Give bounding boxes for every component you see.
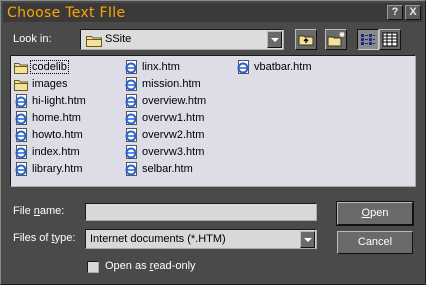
html-file-icon xyxy=(125,128,137,142)
file-item[interactable]: vbatbar.htm xyxy=(235,59,312,75)
file-item-label: overvw2.htm xyxy=(142,129,205,141)
files-of-type-value: Internet documents (*.HTM) xyxy=(90,233,226,245)
html-file-icon xyxy=(15,145,27,159)
files-of-type-combo[interactable]: Internet documents (*.HTM) xyxy=(85,229,317,249)
details-view-button[interactable] xyxy=(379,29,401,50)
file-item[interactable]: mission.htm xyxy=(123,76,202,92)
html-file-icon xyxy=(125,77,137,91)
details-view-icon xyxy=(382,32,398,47)
title-bar[interactable]: Choose Text FIle ? X xyxy=(3,3,423,22)
html-file-icon xyxy=(125,145,137,159)
file-list[interactable]: codelib images hi-light.htm home.htm howto.h… xyxy=(10,55,416,187)
folder-item[interactable]: images xyxy=(13,76,68,92)
file-item[interactable]: howto.htm xyxy=(13,127,84,143)
file-item[interactable]: selbar.htm xyxy=(123,161,194,177)
file-item-label: codelib xyxy=(30,60,69,74)
file-item-label: vbatbar.htm xyxy=(254,61,312,73)
file-item[interactable]: overview.htm xyxy=(123,93,207,109)
file-item[interactable]: index.htm xyxy=(13,144,81,160)
file-item[interactable]: overvw2.htm xyxy=(123,127,205,143)
look-in-combo[interactable]: SSite xyxy=(80,29,284,50)
file-item-label: selbar.htm xyxy=(142,163,193,175)
file-item[interactable]: library.htm xyxy=(13,161,84,177)
html-file-icon xyxy=(15,111,27,125)
folder-icon xyxy=(14,63,28,74)
new-folder-icon xyxy=(327,32,345,47)
cancel-button[interactable]: Cancel xyxy=(337,231,413,254)
new-folder-button[interactable] xyxy=(325,29,347,50)
look-in-dropdown-arrow[interactable] xyxy=(267,31,282,48)
file-name-input[interactable] xyxy=(85,203,317,221)
close-button[interactable]: X xyxy=(405,5,421,20)
look-in-label: Look in: xyxy=(13,33,52,45)
up-folder-icon xyxy=(298,35,314,46)
file-item-label: overvw1.htm xyxy=(142,112,205,124)
file-item-label: library.htm xyxy=(32,163,83,175)
file-name-label: File name: xyxy=(13,205,65,217)
list-view-button[interactable] xyxy=(357,29,379,50)
choose-file-dialog: Choose Text FIle ? X Look in: SSite code… xyxy=(0,0,426,285)
look-in-value: SSite xyxy=(105,33,132,45)
html-file-icon xyxy=(125,162,137,176)
html-file-icon xyxy=(125,111,137,125)
file-item[interactable]: overvw3.htm xyxy=(123,144,205,160)
file-item[interactable]: home.htm xyxy=(13,110,82,126)
open-button[interactable]: Open xyxy=(336,201,414,226)
folder-item[interactable]: codelib xyxy=(13,59,69,75)
file-item[interactable]: overvw1.htm xyxy=(123,110,205,126)
file-item-label: hi-light.htm xyxy=(32,95,86,107)
up-one-level-button[interactable] xyxy=(295,29,317,50)
file-item-label: images xyxy=(32,78,68,90)
file-item[interactable]: linx.htm xyxy=(123,59,181,75)
folder-icon xyxy=(14,80,28,91)
file-item-label: overview.htm xyxy=(142,95,207,107)
file-item-label: mission.htm xyxy=(142,78,201,90)
read-only-checkbox[interactable] xyxy=(87,261,99,273)
html-file-icon xyxy=(15,162,27,176)
html-file-icon xyxy=(125,60,137,74)
html-file-icon xyxy=(15,94,27,108)
help-button[interactable]: ? xyxy=(387,5,403,20)
file-item-label: linx.htm xyxy=(142,61,180,73)
files-of-type-dropdown-arrow[interactable] xyxy=(300,231,315,248)
file-item-label: howto.htm xyxy=(32,129,83,141)
read-only-label[interactable]: Open as read-only xyxy=(105,260,196,272)
html-file-icon xyxy=(125,94,137,108)
html-file-icon xyxy=(15,128,27,142)
file-item[interactable]: hi-light.htm xyxy=(13,93,87,109)
files-of-type-label: Files of type: xyxy=(13,232,76,244)
folder-icon xyxy=(86,36,102,47)
file-item-label: index.htm xyxy=(32,146,80,158)
file-item-label: overvw3.htm xyxy=(142,146,205,158)
file-item-label: home.htm xyxy=(32,112,81,124)
html-file-icon xyxy=(237,60,249,74)
list-view-icon xyxy=(361,34,375,45)
dialog-title: Choose Text FIle xyxy=(7,5,126,21)
